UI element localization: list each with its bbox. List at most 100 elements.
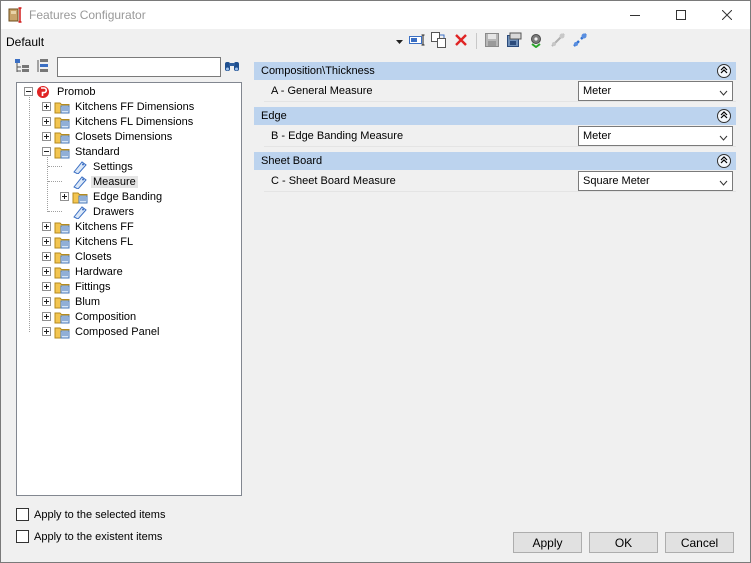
rename-button[interactable] xyxy=(408,32,426,50)
tree-search-input[interactable] xyxy=(57,57,221,77)
tree-expand-toggle[interactable] xyxy=(42,117,51,126)
tree-node-hardware[interactable]: Hardware xyxy=(42,264,125,279)
tree-expand-toggle[interactable] xyxy=(42,237,51,246)
close-icon xyxy=(722,10,732,20)
tree-collapse-toggle[interactable] xyxy=(42,147,51,156)
tree-node-fittings[interactable]: Fittings xyxy=(42,279,112,294)
tree-expand-toggle[interactable] xyxy=(42,282,51,291)
group-header-edge[interactable]: Edge xyxy=(254,107,736,125)
group-header-composition-thickness[interactable]: Composition\Thickness xyxy=(254,62,736,80)
tree-node-label: Fittings xyxy=(75,280,111,293)
connect-icon xyxy=(550,32,566,51)
group-title: Sheet Board xyxy=(261,155,323,167)
tree-node-kitchens-fl-dimensions[interactable]: Kitchens FL Dimensions xyxy=(42,114,195,129)
chevron-double-up-icon xyxy=(720,155,728,167)
chevron-down-icon xyxy=(719,177,728,189)
disconnect-button[interactable] xyxy=(571,32,589,50)
tree-node-label: Closets Dimensions xyxy=(75,130,173,143)
features-configurator-app-icon xyxy=(8,7,24,23)
tree-node-drawers[interactable]: Drawers xyxy=(72,204,136,220)
profile-dropdown-button[interactable] xyxy=(394,32,404,50)
find-button[interactable] xyxy=(223,58,241,76)
apply-selected-checkbox-row[interactable]: Apply to the selected items xyxy=(16,508,165,521)
export-icon xyxy=(506,32,522,51)
tree-expand-toggle[interactable] xyxy=(42,327,51,336)
connect-button[interactable] xyxy=(549,32,567,50)
group-header-sheet-board[interactable]: Sheet Board xyxy=(254,152,736,170)
folder-icon xyxy=(54,235,70,249)
collapse-group-button[interactable] xyxy=(717,64,731,78)
collapse-tree-icon xyxy=(36,58,52,77)
apply-existent-checkbox[interactable] xyxy=(16,530,29,543)
tree-node-composed-panel[interactable]: Composed Panel xyxy=(42,324,161,339)
apply-selected-checkbox[interactable] xyxy=(16,508,29,521)
folder-icon xyxy=(54,325,70,339)
tree-node-label: Composition xyxy=(75,310,137,323)
tree-expand-toggle[interactable] xyxy=(42,222,51,231)
tree-node-promob[interactable]: Promob xyxy=(24,84,98,99)
tree-node-composition[interactable]: Composition xyxy=(42,309,138,324)
tree-node-closets-dimensions[interactable]: Closets Dimensions xyxy=(42,129,174,144)
settings-button[interactable] xyxy=(527,32,545,50)
chevron-down-icon xyxy=(719,132,728,144)
sheet-board-measure-select[interactable]: Square Meter xyxy=(578,171,733,191)
property-row-sheet-board-measure: C - Sheet Board Measure Square Meter xyxy=(264,171,736,192)
tree-node-blum[interactable]: Blum xyxy=(42,294,102,309)
group-title: Edge xyxy=(261,110,287,122)
tree-node-kitchens-ff-dimensions[interactable]: Kitchens FF Dimensions xyxy=(42,99,196,114)
export-button[interactable] xyxy=(505,32,523,50)
collapse-group-button[interactable] xyxy=(717,109,731,123)
tree-collapse-toggle[interactable] xyxy=(24,87,33,96)
tree-expand-toggle[interactable] xyxy=(42,102,51,111)
save-button[interactable] xyxy=(483,32,501,50)
cancel-button[interactable]: Cancel xyxy=(665,532,734,553)
tree-node-measure[interactable]: Measure xyxy=(72,174,138,190)
tree-node-closets[interactable]: Closets xyxy=(42,249,114,264)
general-measure-select[interactable]: Meter xyxy=(578,81,733,101)
tree-expand-toggle[interactable] xyxy=(42,297,51,306)
tree-expand-toggle[interactable] xyxy=(60,192,69,201)
edge-banding-measure-select[interactable]: Meter xyxy=(578,126,733,146)
tree-expand-toggle[interactable] xyxy=(42,312,51,321)
tree-node-edge-banding[interactable]: Edge Banding xyxy=(60,189,164,204)
tree-node-label: Standard xyxy=(75,145,120,158)
tree-node-settings[interactable]: Settings xyxy=(72,159,135,175)
tree-expand-toggle[interactable] xyxy=(42,132,51,141)
apply-button[interactable]: Apply xyxy=(513,532,582,553)
collapse-group-button[interactable] xyxy=(717,154,731,168)
tree-node-standard[interactable]: Standard xyxy=(42,144,122,159)
apply-existent-label: Apply to the existent items xyxy=(34,530,163,543)
folder-icon xyxy=(54,310,70,324)
feature-tree[interactable]: Promob Kitchens FF Dimensions Kitchens FL… xyxy=(16,82,242,496)
chevron-double-up-icon xyxy=(720,110,728,122)
ok-button[interactable]: OK xyxy=(589,532,658,553)
apply-existent-checkbox-row[interactable]: Apply to the existent items xyxy=(16,530,162,543)
minimize-button[interactable] xyxy=(612,1,658,29)
tree-node-kitchens-fl[interactable]: Kitchens FL xyxy=(42,234,135,249)
property-label: A - General Measure xyxy=(271,85,373,97)
tree-node-label: Hardware xyxy=(75,265,123,278)
tree-node-label: Kitchens FF Dimensions xyxy=(75,100,195,113)
tree-expand-toggle[interactable] xyxy=(42,252,51,261)
select-value: Square Meter xyxy=(583,175,650,187)
tree-node-kitchens-ff[interactable]: Kitchens FF xyxy=(42,219,136,234)
save-icon xyxy=(485,32,499,50)
folder-icon xyxy=(72,190,88,204)
close-button[interactable] xyxy=(704,1,750,29)
folder-icon xyxy=(54,100,70,114)
copy-button[interactable] xyxy=(430,31,448,50)
find-icon xyxy=(224,59,240,76)
maximize-button[interactable] xyxy=(658,1,704,29)
tree-connector xyxy=(29,97,30,332)
folder-icon xyxy=(54,295,70,309)
expand-tree-button[interactable] xyxy=(13,58,31,76)
toolbar-separator xyxy=(476,33,477,49)
delete-button[interactable] xyxy=(452,32,470,50)
tree-node-label: Settings xyxy=(93,160,133,173)
feature-tag-icon xyxy=(72,175,88,190)
dropdown-arrow-icon xyxy=(395,35,403,47)
tree-expand-toggle[interactable] xyxy=(42,267,51,276)
collapse-tree-button[interactable] xyxy=(35,58,53,76)
disconnect-icon xyxy=(572,32,588,51)
expand-tree-icon xyxy=(14,58,30,77)
